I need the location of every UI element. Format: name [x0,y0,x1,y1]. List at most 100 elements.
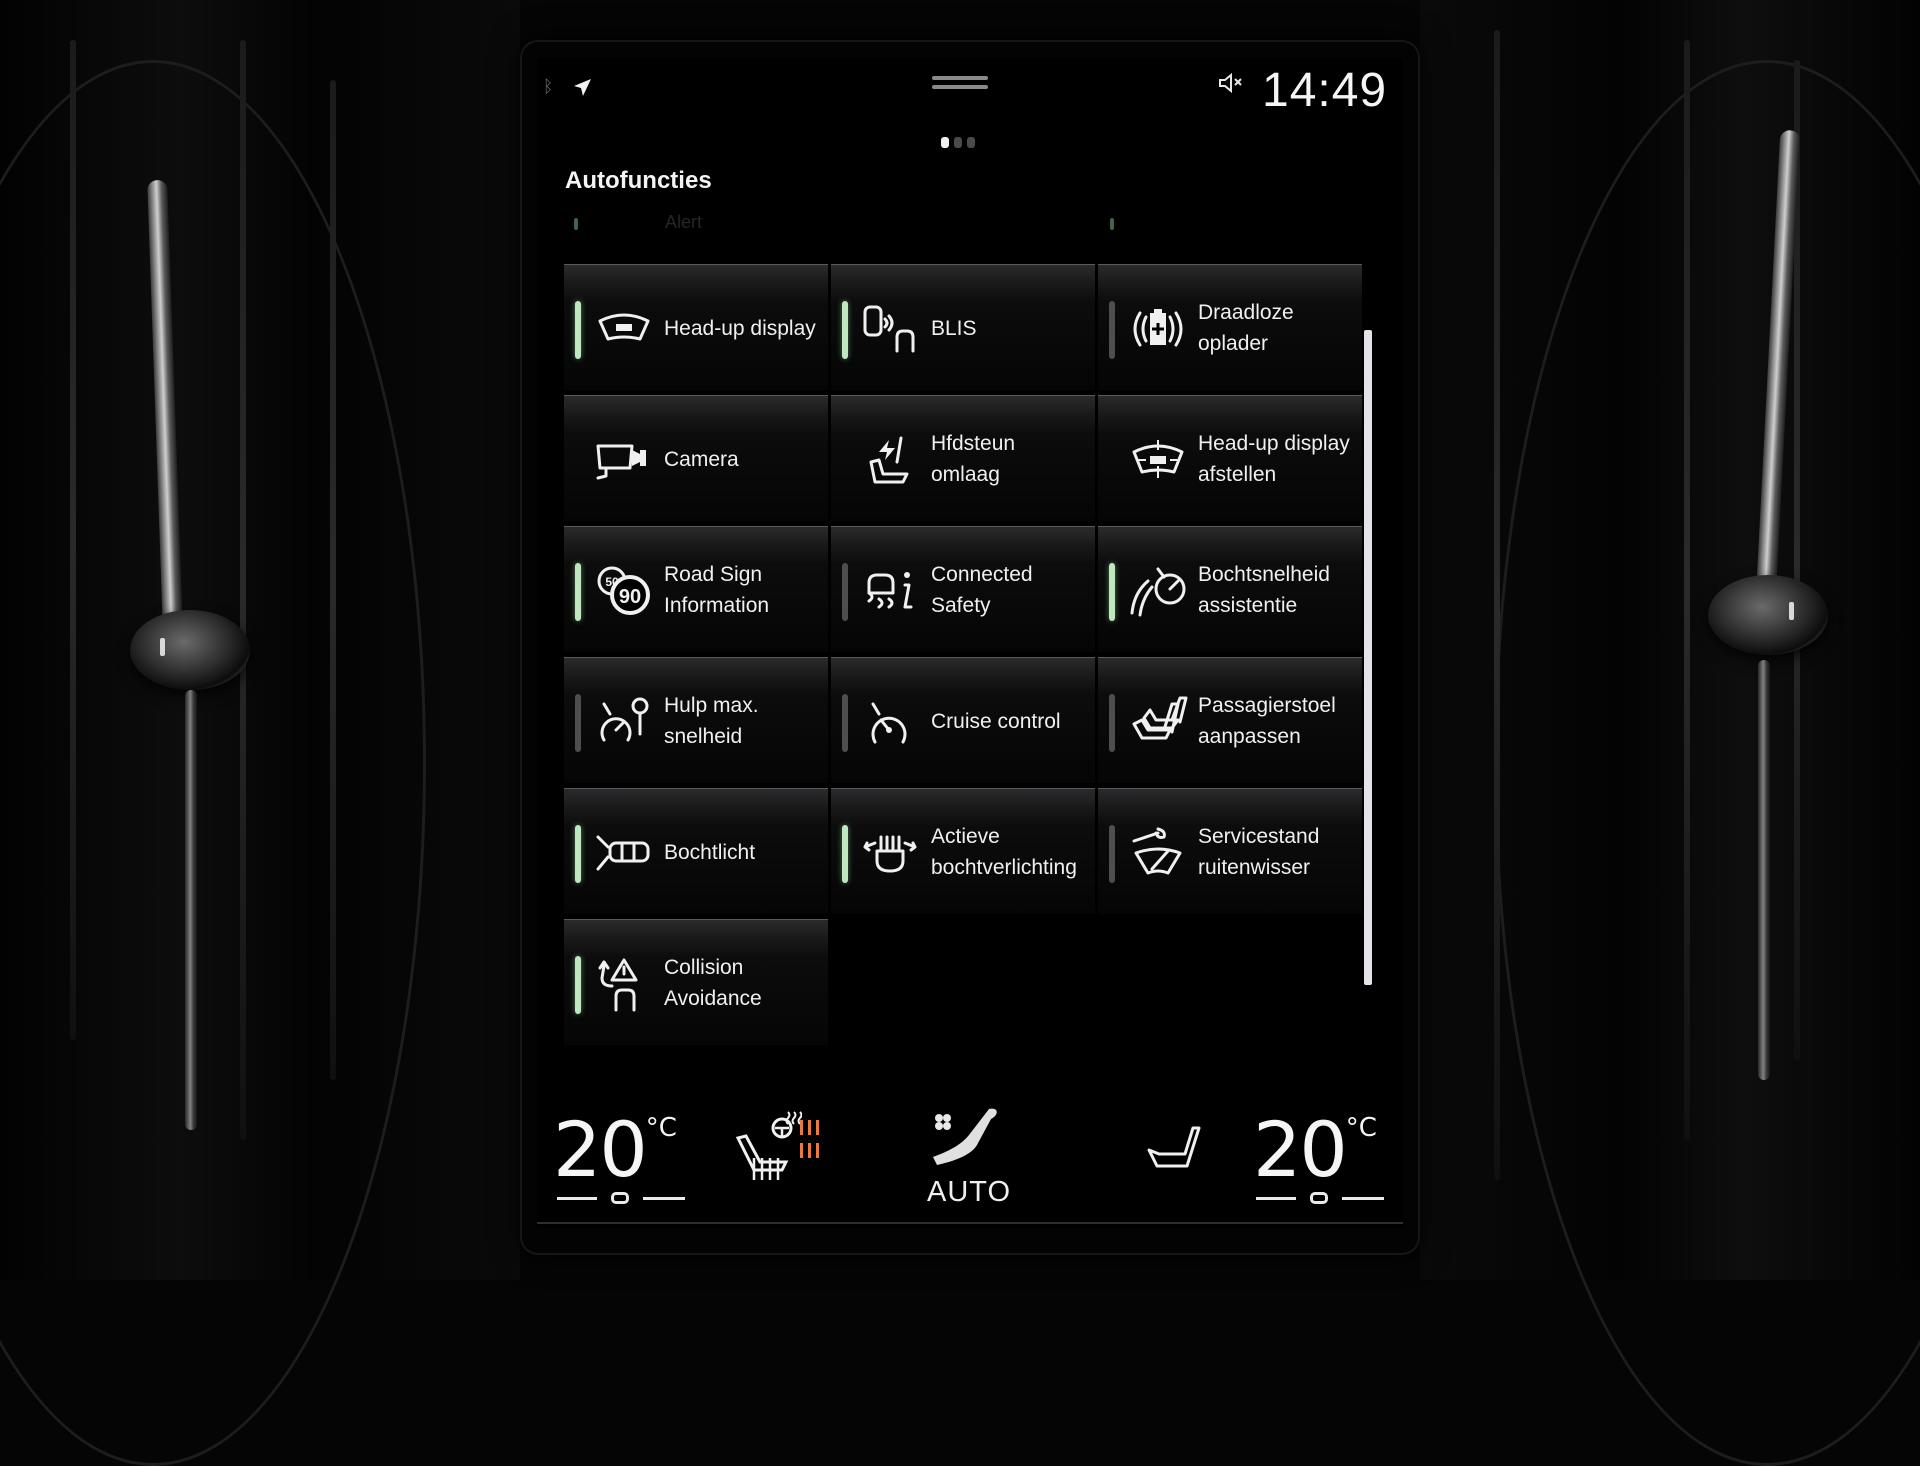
function-tile-head-up-display-afstellen[interactable]: Head-up display afstellen [1098,395,1362,521]
function-label: Connected Safety [931,527,1091,653]
status-indicator-off [575,694,581,752]
display-bottom-edge [537,1222,1403,1224]
function-tile-draadloze-oplader[interactable]: Draadloze oplader [1098,264,1362,390]
page-title: Autofuncties [565,167,712,194]
right-air-vent [1420,0,1920,1466]
scrolled-partial-item: Alert [665,212,703,232]
passenger-seat-icon [1128,694,1188,750]
bluetooth-icon: ᛒ [543,77,554,96]
function-label: Head-up display [664,265,824,391]
page-dot-1[interactable] [941,137,949,148]
scrolled-indicator [1110,218,1114,230]
function-tile-blis[interactable]: BLIS [831,264,1095,390]
sync-link-icon [1310,1192,1328,1204]
navigation-arrow-icon [572,78,592,98]
label-line-1: Actieve [931,825,1000,848]
pull-down-handle-icon[interactable] [932,76,988,92]
wireless-charger-icon [1128,301,1188,357]
seat-heat-level-bars [800,1143,819,1158]
status-indicator-on [575,563,581,621]
driver-temperature-value: 20 [553,1105,648,1194]
label-line-1: Passagierstoel [1198,694,1336,717]
left-air-vent [0,0,520,1466]
function-tile-bochtsnelheid-assistentie[interactable]: Bochtsnelheid assistentie [1098,526,1362,652]
passenger-seat-climate-icon[interactable] [1145,1122,1205,1172]
label-line-1: Cruise control [931,709,1061,733]
fan-airflow-icon[interactable] [925,1105,1005,1175]
fan-mode-label[interactable]: AUTO [927,1176,1011,1209]
seat-heat-level [800,1120,819,1158]
function-label: Bochtlicht [664,789,824,915]
function-label: Collision Avoidance [664,920,824,1046]
function-tile-bochtlicht[interactable]: Bochtlicht [564,788,828,914]
function-label: Actieve bochtverlichting [931,789,1091,915]
temperature-unit: °C [1345,1113,1377,1143]
label-line-2: Information [664,594,770,617]
function-label: Bochtsnelheid assistentie [1198,527,1358,653]
function-tile-collision-avoidance[interactable]: Collision Avoidance [564,919,828,1045]
function-label: BLIS [931,265,1091,391]
passenger-temperature-value: 20 [1253,1105,1348,1194]
status-indicator-on [842,825,848,883]
vent-frame [0,60,426,1466]
vent-slat [240,40,246,1140]
function-tile-camera[interactable]: Camera [564,395,828,521]
label-line-2: Safety [931,594,991,617]
cornering-light-icon [594,825,654,881]
function-tile-hfdsteun-omlaag[interactable]: Hfdsteun omlaag [831,395,1095,521]
active-bending-light-icon [861,825,921,881]
label-line-1: Head-up display [1198,432,1350,455]
speaker-muted-icon[interactable] [1218,72,1246,94]
speed-limiter-icon [594,694,654,750]
clock: 14:49 [1262,64,1388,117]
function-tile-cruise-control[interactable]: Cruise control [831,657,1095,783]
function-label: Passagierstoel aanpassen [1198,658,1358,784]
function-tile-head-up-display[interactable]: Head-up display [564,264,828,390]
vent-knob-marker [160,638,165,656]
label-line-2: omlaag [931,463,1000,486]
status-indicator-off [1109,694,1115,752]
page-indicator[interactable] [941,137,975,148]
status-indicator-on [575,825,581,883]
function-tile-actieve-bochtverlichting[interactable]: Actieve bochtverlichting [831,788,1095,914]
status-indicator-off [842,694,848,752]
collision-avoidance-icon [594,956,654,1012]
passenger-temp-sync-slider[interactable] [1256,1191,1384,1205]
label-line-1: Camera [664,447,739,471]
scrollbar[interactable] [1364,330,1372,985]
headrest-down-icon [861,432,921,488]
function-tile-passagierstoel-aanpassen[interactable]: Passagierstoel aanpassen [1098,657,1362,783]
status-indicator-on [575,301,581,359]
vent-slat [70,40,76,1040]
status-indicator-on [575,956,581,1014]
vent-slat [1494,30,1500,1180]
status-indicator-off [1109,825,1115,883]
function-tile-servicestand-ruitenwisser[interactable]: Servicestand ruitenwisser [1098,788,1362,914]
vent-slat [330,80,336,1080]
vent-slat [1684,40,1690,1140]
head-up-display-adjust-icon [1128,432,1188,488]
label-line-2: oplader [1198,332,1269,355]
page-dot-2[interactable] [954,137,962,148]
heated-seat-steering-icon[interactable] [732,1108,803,1188]
vent-frame [1494,60,1920,1466]
connected-safety-icon [861,563,921,619]
label-line-2: afstellen [1198,463,1277,486]
function-tile-road-sign-information[interactable]: 50 90 Road Sign Information [564,526,828,652]
driver-temperature[interactable]: 20 °C [553,1105,677,1194]
label-line-1: Draadloze [1198,301,1294,324]
passenger-temperature[interactable]: 20 °C [1253,1105,1377,1194]
driver-temp-sync-slider[interactable] [557,1191,685,1205]
label-line-1: Bochtlicht [664,840,756,864]
temperature-unit: °C [645,1113,677,1143]
head-up-display-icon [594,301,654,357]
vent-adjuster-knob[interactable] [1708,575,1828,655]
wiper-service-icon [1128,825,1188,881]
vent-adjuster-knob[interactable] [130,610,250,690]
function-label: Head-up display afstellen [1198,396,1358,522]
function-tile-hulp-max-snelheid[interactable]: Hulp max. snelheid [564,657,828,783]
label-line-1: Collision [664,956,744,979]
page-dot-3[interactable] [967,137,975,148]
label-line-2: bochtverlichting [931,856,1077,879]
function-tile-connected-safety[interactable]: Connected Safety [831,526,1095,652]
